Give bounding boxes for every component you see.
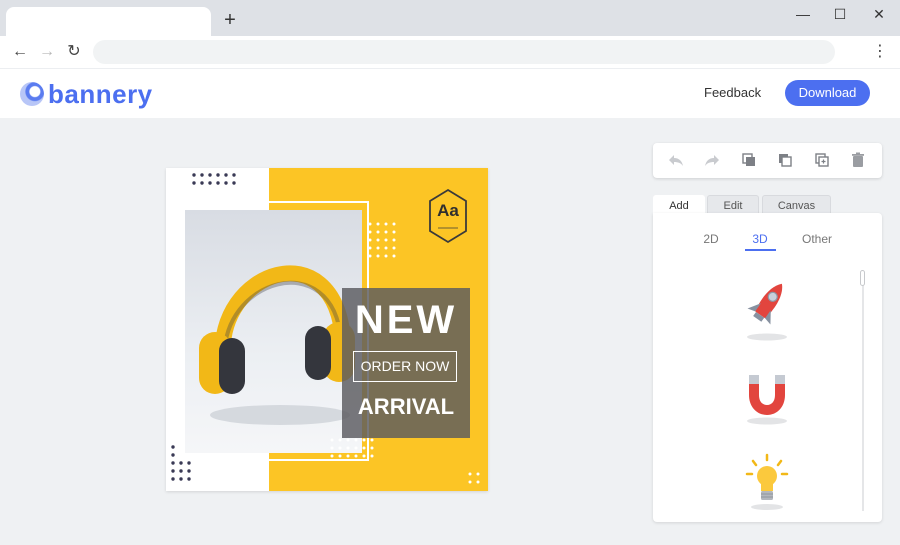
order-now-text[interactable]: ORDER NOW — [353, 351, 457, 382]
headline-text[interactable]: NEW — [342, 298, 470, 343]
download-button[interactable]: Download — [785, 80, 870, 106]
tab-canvas[interactable]: Canvas — [762, 195, 831, 215]
duplicate-icon[interactable] — [812, 150, 832, 170]
browser-tab[interactable] — [6, 7, 211, 36]
asset-scrollbar-thumb[interactable] — [860, 270, 865, 286]
new-tab-button[interactable]: + — [220, 10, 240, 30]
asset-scrollbar-track[interactable] — [862, 271, 864, 511]
headphones-icon — [199, 265, 355, 425]
redo-icon[interactable] — [702, 150, 722, 170]
feedback-link[interactable]: Feedback — [704, 85, 761, 100]
active-subtab-indicator — [745, 249, 776, 251]
browser-menu-button[interactable]: ⋮ — [870, 40, 890, 64]
undo-icon[interactable] — [666, 150, 686, 170]
logo-text: bannery — [48, 79, 153, 109]
banner-canvas[interactable]: Aa NEW ORDER NOW ARRIVAL — [166, 168, 488, 491]
badge-text: Aa — [437, 201, 459, 220]
subtab-3d[interactable]: 3D — [748, 232, 772, 246]
product-photo[interactable] — [185, 210, 362, 453]
logo[interactable]: bannery — [20, 81, 153, 107]
forward-button[interactable]: → — [35, 40, 59, 64]
delete-icon[interactable] — [848, 150, 868, 170]
dots-decoration-bottom-left — [171, 445, 191, 481]
rocket-icon[interactable] — [737, 273, 797, 345]
headline-box[interactable]: NEW ORDER NOW ARRIVAL — [342, 288, 470, 438]
add-panel: 2D 3D Other — [653, 213, 882, 522]
magnet-icon[interactable] — [737, 363, 797, 435]
dots-decoration-frame — [330, 438, 374, 458]
lightbulb-icon[interactable] — [737, 449, 797, 521]
reload-button[interactable]: ↻ — [62, 40, 86, 64]
dots-decoration-corner — [468, 472, 480, 484]
subtab-other[interactable]: Other — [798, 232, 836, 246]
send-backward-icon[interactable] — [775, 150, 795, 170]
tab-add[interactable]: Add — [653, 195, 705, 215]
bring-forward-icon[interactable] — [739, 150, 759, 170]
subtab-2d[interactable]: 2D — [699, 232, 723, 246]
back-button[interactable]: ← — [8, 40, 32, 64]
logo-mark-icon — [20, 82, 44, 106]
dots-decoration-yellow — [368, 222, 396, 258]
close-window-button[interactable]: ✕ — [869, 4, 889, 24]
maximize-button[interactable]: ☐ — [830, 4, 850, 24]
tab-edit[interactable]: Edit — [707, 195, 759, 215]
font-badge[interactable]: Aa — [428, 188, 468, 244]
browser-tabstrip: + — ☐ ✕ — [0, 0, 900, 36]
arrival-text[interactable]: ARRIVAL — [342, 394, 470, 420]
minimize-button[interactable]: — — [793, 4, 813, 24]
dots-decoration-top — [192, 173, 236, 185]
address-bar[interactable] — [93, 40, 835, 64]
browser-toolbar: ← → ↻ ⋮ — [0, 36, 900, 68]
edit-toolbar — [653, 143, 882, 178]
app-header: bannery Feedback Download — [0, 68, 900, 118]
